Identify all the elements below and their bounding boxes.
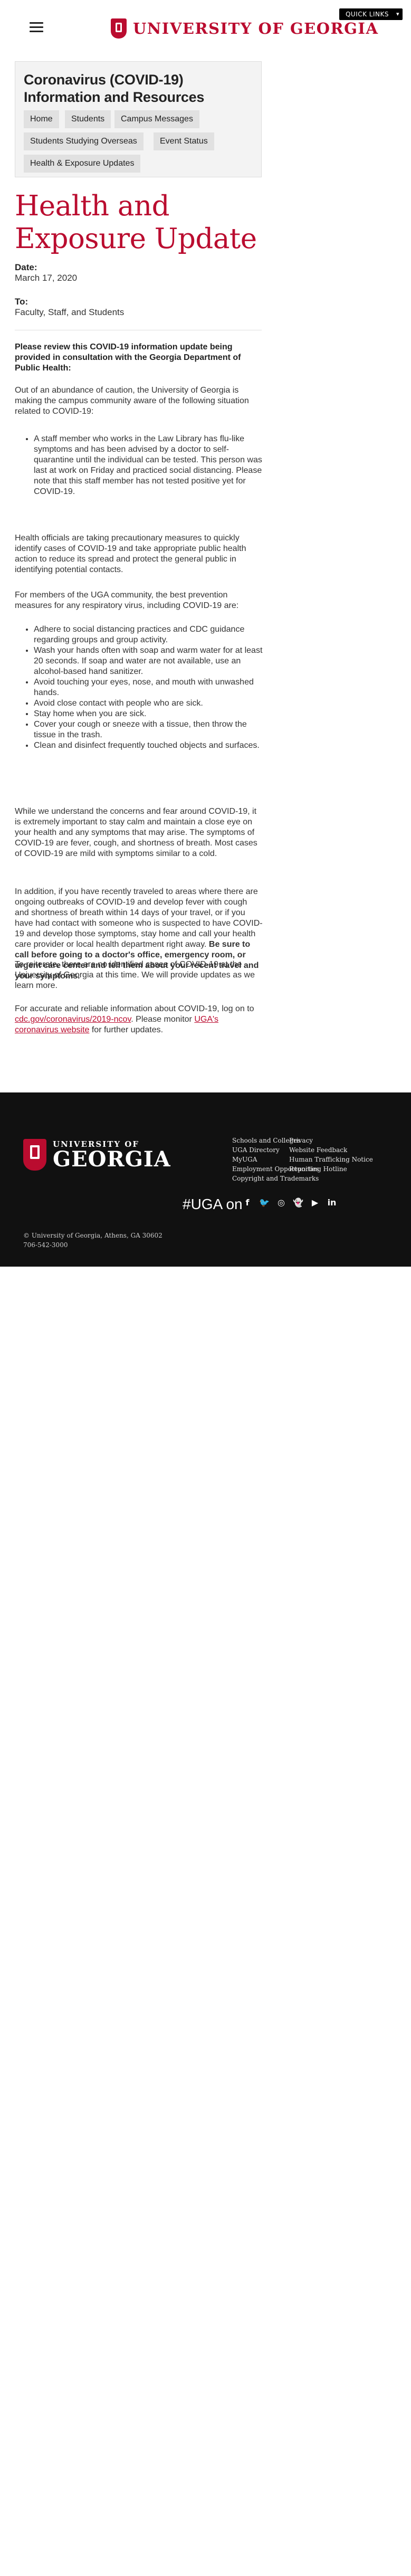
nav-event-status[interactable]: Event Status (154, 132, 214, 150)
intro-statement: Please review this COVID-19 information … (15, 343, 241, 373)
paragraph-health-officials: Health officials are taking precautionar… (15, 534, 246, 574)
instagram-icon[interactable]: ◎ (275, 1197, 287, 1209)
date-value: March 17, 2020 (15, 273, 78, 283)
footer-link[interactable]: Human Trafficking Notice (289, 1155, 373, 1164)
cdc-link[interactable]: cdc.gov/coronavirus/2019-ncov (15, 1015, 131, 1024)
list-item: Cover your cough or sneeze with a tissue… (34, 719, 266, 740)
section-nav: Coronavirus (COVID-19) Information and R… (15, 61, 262, 177)
uga-shield-icon (111, 18, 127, 39)
uga-logo[interactable]: UNIVERSITY OF GEORGIA (111, 17, 378, 40)
date-label: Date: (15, 262, 37, 272)
twitter-icon[interactable]: 🐦 (259, 1197, 270, 1209)
chevron-down-icon: ▾ (396, 11, 399, 17)
youtube-icon[interactable]: ▶ (309, 1197, 321, 1209)
nav-students-overseas[interactable]: Students Studying Overseas (24, 132, 144, 150)
resources-text-c: for further updates. (89, 1025, 164, 1034)
footer-link[interactable]: Copyright and Trademarks (232, 1174, 319, 1183)
snapchat-icon[interactable]: 👻 (292, 1197, 304, 1209)
to-value: Faculty, Staff, and Students (15, 307, 125, 317)
resources-text-b: . Please monitor (131, 1015, 195, 1024)
footer-link[interactable]: Privacy (289, 1136, 373, 1145)
footer-link[interactable]: Website Feedback (289, 1145, 373, 1155)
paragraph-resources: For accurate and reliable information ab… (15, 1004, 263, 1035)
nav-home[interactable]: Home (24, 110, 59, 128)
social-links: f 🐦 ◎ 👻 ▶ in (242, 1197, 338, 1211)
situation-list: A staff member who works in the Law Libr… (23, 434, 266, 497)
uga-shield-icon (23, 1139, 46, 1171)
list-item: A staff member who works in the Law Libr… (34, 434, 266, 497)
footer-logo-bottom: GEORGIA (53, 1147, 171, 1172)
site-footer: UNIVERSITY OF GEORGIA Schools and Colleg… (0, 1092, 411, 1267)
footer-logo[interactable]: UNIVERSITY OF GEORGIA (23, 1139, 171, 1171)
list-item: Avoid close contact with people who are … (34, 698, 266, 709)
list-item: Adhere to social distancing practices an… (34, 624, 266, 645)
list-item: Wash your hands often with soap and warm… (34, 645, 266, 677)
uga-on-label: #UGA on (183, 1196, 243, 1212)
prevention-list: Adhere to social distancing practices an… (23, 624, 266, 751)
page-title: Health and Exposure Update (15, 190, 257, 255)
linkedin-icon[interactable]: in (326, 1197, 338, 1209)
footer-link[interactable]: Reporting Hotline (289, 1164, 373, 1174)
footer-address: © University of Georgia, Athens, GA 3060… (23, 1231, 163, 1250)
list-item: Clean and disinfect frequently touched o… (34, 740, 266, 751)
footer-links-col2: Privacy Website Feedback Human Trafficki… (289, 1136, 373, 1174)
list-item: Stay home when you are sick. (34, 709, 266, 719)
list-item: Avoid touching your eyes, nose, and mout… (34, 677, 266, 698)
logo-text: UNIVERSITY OF GEORGIA (133, 20, 379, 37)
paragraph-reiterate: To reiterate, there are no identified ca… (15, 960, 255, 990)
paragraph-situation: Out of an abundance of caution, the Univ… (15, 386, 249, 416)
resources-text-a: For accurate and reliable information ab… (15, 1004, 254, 1013)
nav-students[interactable]: Students (65, 110, 111, 128)
phone-line: 706‑542‑3000 (23, 1241, 68, 1249)
nav-campus-messages[interactable]: Campus Messages (114, 110, 199, 128)
to-label: To: (15, 297, 28, 307)
facebook-icon[interactable]: f (242, 1197, 253, 1209)
hamburger-menu-icon[interactable] (30, 22, 43, 33)
address-line: © University of Georgia, Athens, GA 3060… (23, 1232, 163, 1239)
paragraph-symptoms: While we understand the concerns and fea… (15, 807, 257, 858)
site-header: QUICK LINKS ▾ UNIVERSITY OF GEORGIA (0, 0, 411, 59)
nav-health-exposure[interactable]: Health & Exposure Updates (24, 155, 141, 173)
section-title[interactable]: Coronavirus (COVID-19) Information and R… (24, 71, 256, 106)
paragraph-prevention-intro: For members of the UGA community, the be… (15, 591, 239, 610)
